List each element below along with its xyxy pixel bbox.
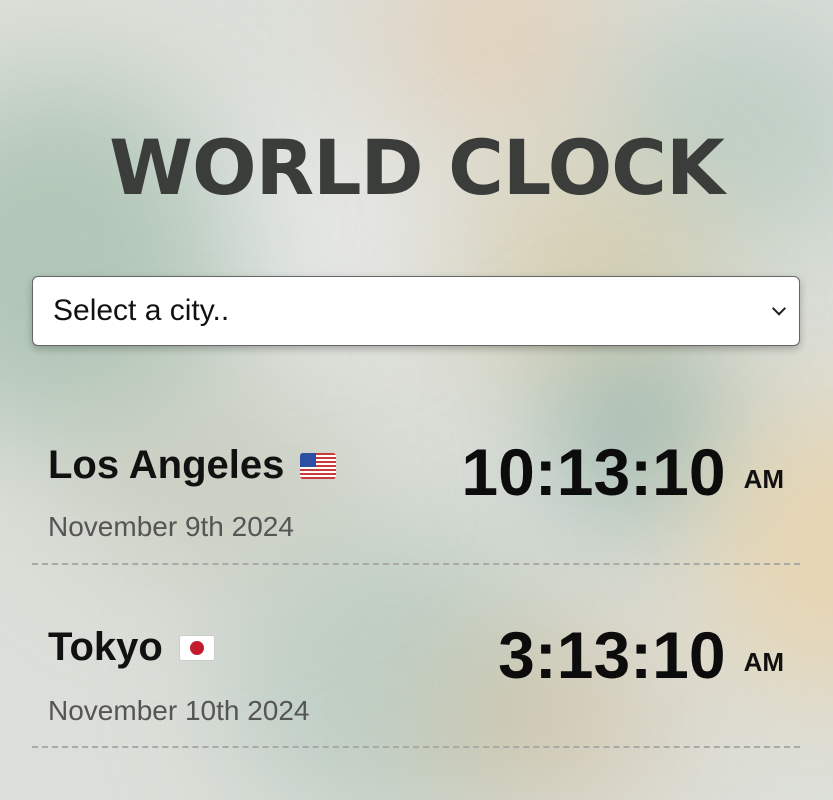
- city-name: Tokyo: [48, 625, 163, 669]
- city-select-value: Select a city..: [53, 294, 230, 327]
- city-time-period: AM: [743, 464, 784, 494]
- city-select-container[interactable]: Select a city..: [32, 276, 800, 346]
- city-name-block: Tokyo: [48, 625, 215, 670]
- city-date: November 9th 2024: [48, 511, 294, 542]
- city-time: 3:13:10: [498, 618, 726, 692]
- world-clock-page: WORLD CLOCK Select a city.. Los Angeles …: [0, 0, 833, 800]
- city-name-block: Los Angeles: [48, 443, 337, 488]
- city-time-period: AM: [743, 647, 784, 677]
- city-name: Los Angeles: [48, 443, 285, 487]
- city-time-block: 10:13:10 AM: [461, 439, 784, 505]
- us-flag-icon: [300, 452, 337, 479]
- city-row-los-angeles: Los Angeles November 9th 2024 10:13:10 A…: [32, 425, 800, 565]
- japan-flag-icon: [178, 634, 215, 661]
- page-title: WORLD CLOCK: [109, 123, 725, 212]
- city-time-block: 3:13:10 AM: [498, 622, 784, 688]
- city-row-tokyo: Tokyo November 10th 2024 3:13:10 AM: [32, 607, 800, 748]
- city-select[interactable]: Select a city..: [32, 276, 800, 346]
- city-date: November 10th 2024: [48, 695, 310, 726]
- city-time: 10:13:10: [461, 435, 726, 509]
